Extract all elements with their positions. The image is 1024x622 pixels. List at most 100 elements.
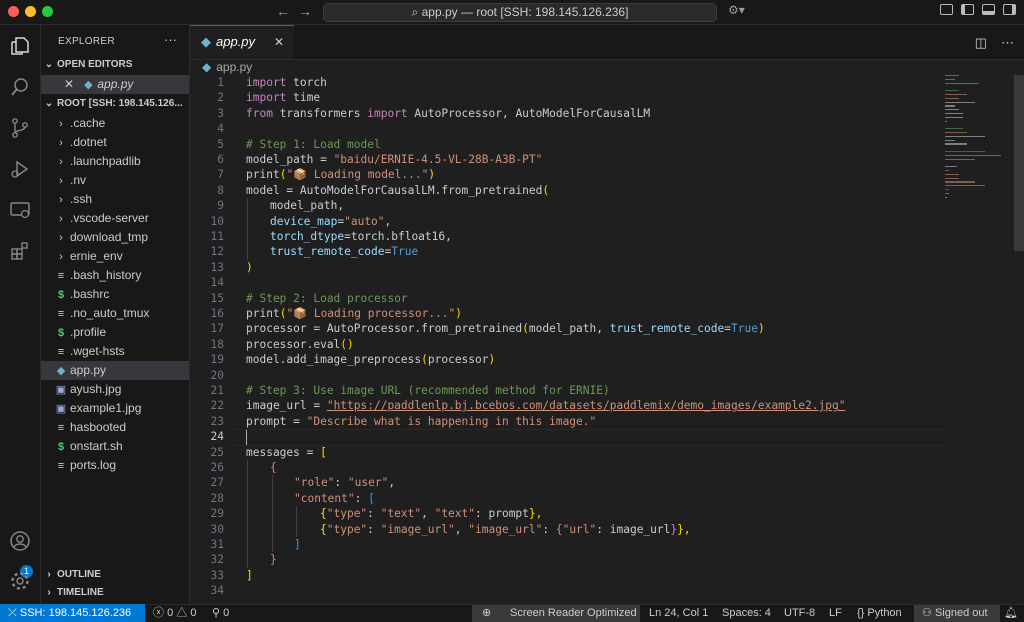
shell-script-icon: $ — [57, 327, 65, 339]
tree-item[interactable]: ≡ .wget-hsts — [41, 342, 189, 361]
search-icon[interactable] — [9, 76, 31, 98]
activity-bar: 1 — [0, 25, 41, 604]
status-bar: ⤫ SSH: 198.145.126.236 ⓧ 0 △ 0 ⚲ 0 ⊕ Scr… — [0, 604, 1024, 622]
run-debug-icon[interactable] — [9, 158, 31, 180]
vertical-scrollbar[interactable] — [1014, 75, 1024, 251]
current-line-highlight — [234, 429, 944, 446]
close-tab-icon[interactable]: ✕ — [274, 26, 284, 58]
tree-item[interactable]: › download_tmp — [41, 228, 189, 247]
account-status[interactable]: ⚇ Signed out — [922, 605, 988, 622]
ports-indicator[interactable]: ⚲ 0 — [212, 605, 229, 622]
maximize-window-button[interactable] — [42, 6, 53, 17]
tree-item[interactable]: ≡ hasbooted — [41, 418, 189, 437]
tree-item[interactable]: ▣ ayush.jpg — [41, 380, 189, 399]
tab-app-py[interactable]: ◆ app.py ✕ — [190, 25, 294, 59]
remote-indicator[interactable]: ⤫ SSH: 198.145.126.236 — [0, 604, 145, 622]
settings-gear-icon[interactable] — [9, 570, 31, 592]
problems-indicator[interactable]: ⓧ 0 △ 0 — [153, 605, 196, 622]
code-line: ) — [246, 260, 253, 274]
line-ending[interactable]: LF — [829, 605, 842, 622]
chevron-right-icon: › — [47, 587, 51, 598]
explorer-title: EXPLORER — [58, 36, 115, 47]
code-line: torch_dtype=torch.bfloat16, — [270, 230, 452, 243]
remote-explorer-icon[interactable] — [9, 199, 31, 221]
extensions-icon[interactable] — [9, 240, 31, 262]
minimap-line — [945, 97, 959, 100]
timeline-section[interactable]: › TIMELINE — [41, 584, 189, 602]
tree-item[interactable]: › ernie_env — [41, 247, 189, 266]
tree-item[interactable]: ▣ example1.jpg — [41, 399, 189, 418]
minimap-line — [945, 132, 967, 134]
code-line: prompt = "Describe what is happening in … — [246, 414, 597, 428]
tree-item[interactable]: ≡ .bash_history — [41, 266, 189, 285]
forward-arrow-icon[interactable]: → — [298, 3, 312, 19]
minimap[interactable] — [945, 75, 1011, 215]
tree-item[interactable]: › .cache — [41, 114, 189, 133]
screen-reader-mode[interactable]: Screen Reader Optimized — [510, 605, 637, 622]
tree-item[interactable]: › .dotnet — [41, 133, 189, 152]
toggle-secondary-sidebar-icon[interactable] — [1003, 4, 1016, 15]
more-actions-icon[interactable]: ··· — [164, 32, 177, 47]
file-icon: ≡ — [57, 460, 65, 472]
tree-item-label: .wget-hsts — [70, 344, 125, 358]
title-bar: ← → ⌕ app.py — root [SSH: 198.145.126.23… — [0, 0, 1024, 25]
code-line: {"type": "text", "text": prompt}, — [320, 507, 543, 521]
minimap-line — [945, 120, 947, 122]
tree-item[interactable]: › .nv — [41, 171, 189, 190]
breadcrumb-file[interactable]: app.py — [216, 60, 252, 74]
split-editor-icon[interactable]: ◫ — [975, 35, 987, 51]
tree-item[interactable]: ≡ .no_auto_tmux — [41, 304, 189, 323]
tree-item[interactable]: › .ssh — [41, 190, 189, 209]
explorer-icon[interactable] — [9, 35, 31, 57]
tree-item-label: .bashrc — [70, 287, 110, 301]
minimap-line — [945, 94, 967, 96]
text-caret — [246, 429, 247, 445]
explorer-sidebar: EXPLORER ··· ⌄ OPEN EDITORS ✕ ◆ app.py ⌄ RO… — [41, 25, 190, 604]
minimap-line — [945, 189, 949, 191]
notifications-icon[interactable]: 🔔︎ — [1004, 605, 1018, 622]
tree-item-label: .launchpadlib — [70, 154, 141, 168]
code-line: model = AutoModelForCausalLM.from_pretra… — [246, 183, 550, 197]
customize-layout-icon[interactable] — [940, 4, 953, 15]
search-icon: ⌕ — [411, 5, 419, 19]
toggle-panel-icon[interactable] — [982, 4, 995, 15]
code-line: from transformers import AutoProcessor, … — [246, 106, 651, 120]
chevron-right-icon: › — [59, 175, 63, 187]
chevron-down-icon: ⌄ — [44, 59, 54, 70]
accounts-icon[interactable] — [9, 530, 31, 552]
source-control-icon[interactable] — [9, 117, 31, 139]
close-window-button[interactable] — [8, 6, 19, 17]
minimap-line — [945, 139, 955, 141]
url-link[interactable]: "https://paddlenlp.bj.bcebos.com/dataset… — [327, 399, 846, 412]
tree-item-label: .vscode-server — [70, 211, 149, 225]
copilot-icon[interactable]: ⚙▾ — [728, 3, 745, 17]
chevron-right-icon: › — [59, 194, 63, 206]
open-editor-item[interactable]: ✕ ◆ app.py — [41, 75, 189, 94]
root-folder-section[interactable]: ⌄ ROOT [SSH: 198.145.126... — [41, 95, 189, 113]
more-actions-icon[interactable]: ⋯ — [1001, 35, 1014, 51]
tree-item[interactable]: $ onstart.sh — [41, 437, 189, 456]
tree-item-label: ports.log — [70, 458, 117, 472]
encoding[interactable]: UTF-8 — [784, 605, 815, 622]
cursor-position[interactable]: Ln 24, Col 1 — [649, 605, 708, 622]
tree-item[interactable]: $ .profile — [41, 323, 189, 342]
minimize-window-button[interactable] — [25, 6, 36, 17]
outline-section[interactable]: › OUTLINE — [41, 566, 189, 584]
language-mode[interactable]: {} Python — [857, 605, 902, 622]
indentation[interactable]: Spaces: 4 — [722, 605, 771, 622]
toggle-sidebar-icon[interactable] — [961, 4, 974, 15]
minimap-line — [945, 173, 959, 176]
code-line: # Step 2: Load processor — [246, 291, 408, 305]
tree-item-label: .ssh — [70, 192, 93, 206]
tree-item[interactable]: ◆ app.py — [41, 361, 189, 380]
code-editor[interactable]: 1 2 3 4 5 6 7 8 9 10 11 12 13 14 15 16 17 18 19 20 21 22 23 24 2… — [190, 75, 1024, 604]
command-center[interactable]: ⌕ app.py — root [SSH: 198.145.126.236] — [323, 3, 717, 22]
minimap-line — [945, 82, 979, 84]
close-icon[interactable]: ✕ — [62, 75, 76, 94]
tree-item[interactable]: $ .bashrc — [41, 285, 189, 304]
tree-item[interactable]: ≡ ports.log — [41, 456, 189, 475]
tree-item[interactable]: › .vscode-server — [41, 209, 189, 228]
open-editors-section[interactable]: ⌄ OPEN EDITORS — [41, 56, 189, 74]
tree-item[interactable]: › .launchpadlib — [41, 152, 189, 171]
back-arrow-icon[interactable]: ← — [276, 3, 290, 19]
